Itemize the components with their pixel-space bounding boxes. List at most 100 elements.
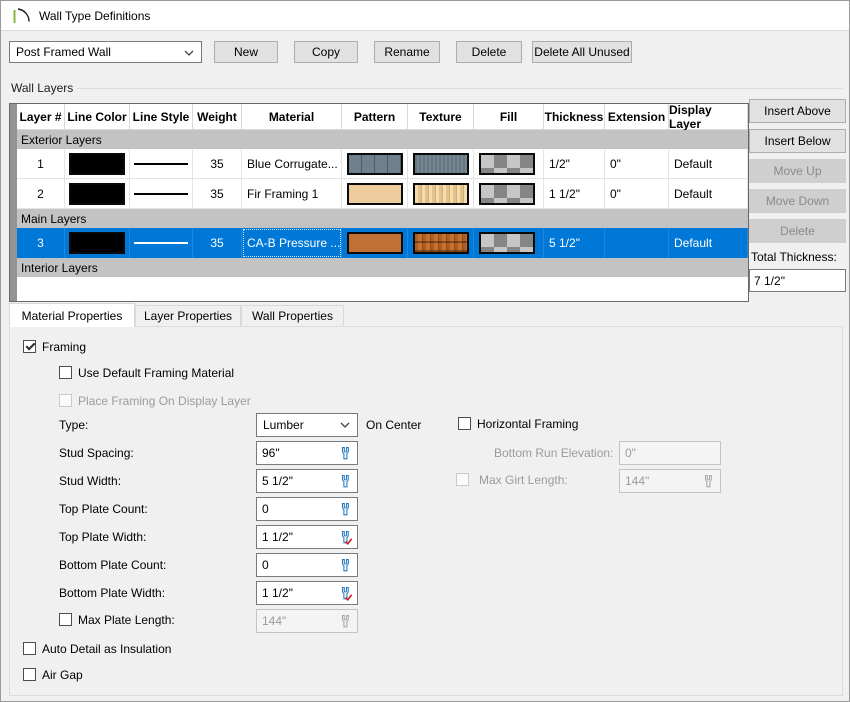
- rename-button[interactable]: Rename: [374, 41, 440, 63]
- wrench-edited-icon[interactable]: [338, 530, 353, 545]
- framing-type-value: Lumber: [263, 418, 304, 432]
- texture-cell[interactable]: [408, 179, 474, 209]
- move-down-button[interactable]: Move Down: [749, 189, 846, 213]
- row-header-strip: [10, 228, 17, 258]
- weight-cell[interactable]: 35: [193, 228, 242, 258]
- line-color-cell[interactable]: [65, 149, 130, 179]
- line-color-swatch: [69, 153, 125, 175]
- max-plate-length-field: [256, 609, 358, 633]
- row-header-strip: [10, 179, 17, 209]
- top-plate-count-field[interactable]: [256, 497, 358, 521]
- top-plate-count-label: Top Plate Count:: [59, 502, 148, 517]
- top-plate-width-field[interactable]: [256, 525, 358, 549]
- row-header-strip: [10, 258, 17, 277]
- material-cell[interactable]: Blue Corrugate...: [242, 149, 342, 179]
- line-style-sample: [134, 193, 188, 195]
- max-girt-length-checkbox: [456, 473, 469, 486]
- max-girt-length-field: [619, 469, 721, 493]
- bottom-run-elevation-label: Bottom Run Elevation:: [494, 446, 613, 461]
- fill-cell[interactable]: [474, 179, 544, 209]
- col-header-line-style: Line Style: [130, 104, 193, 130]
- thickness-cell[interactable]: 5 1/2": [544, 228, 605, 258]
- pattern-cell[interactable]: [342, 149, 408, 179]
- bottom-plate-width-field[interactable]: [256, 581, 358, 605]
- stud-spacing-field[interactable]: [256, 441, 358, 465]
- texture-swatch: [413, 232, 469, 254]
- delete-all-unused-button[interactable]: Delete All Unused: [532, 41, 632, 63]
- wrench-icon[interactable]: [338, 474, 353, 489]
- weight-cell[interactable]: 35: [193, 149, 242, 179]
- stud-width-field[interactable]: [256, 469, 358, 493]
- wrench-icon[interactable]: [338, 502, 353, 517]
- weight-cell[interactable]: 35: [193, 179, 242, 209]
- bottom-plate-count-field[interactable]: [256, 553, 358, 577]
- insert-above-button[interactable]: Insert Above: [749, 99, 846, 123]
- fill-cell[interactable]: [474, 228, 544, 258]
- move-up-button[interactable]: Move Up: [749, 159, 846, 183]
- insert-below-button[interactable]: Insert Below: [749, 129, 846, 153]
- line-style-cell[interactable]: [130, 149, 193, 179]
- line-color-cell[interactable]: [65, 228, 130, 258]
- tab-material-properties[interactable]: Material Properties: [9, 303, 135, 327]
- wrench-icon: [701, 474, 716, 489]
- col-header-layer-num: Layer #: [17, 104, 65, 130]
- wall-type-dropdown[interactable]: Post Framed Wall: [9, 41, 202, 63]
- tab-wall-properties[interactable]: Wall Properties: [241, 305, 344, 327]
- texture-cell[interactable]: [408, 228, 474, 258]
- pattern-cell[interactable]: [342, 179, 408, 209]
- extension-cell[interactable]: 0": [605, 179, 669, 209]
- framing-type-dropdown[interactable]: Lumber: [256, 413, 358, 437]
- auto-detail-as-insulation-checkbox[interactable]: [23, 642, 36, 655]
- col-header-extension: Extension: [605, 104, 669, 130]
- table-row-layer-3-selected[interactable]: 3 35 CA-B Pressure ... 5 1/2" Default: [10, 228, 748, 258]
- wrench-edited-icon[interactable]: [338, 586, 353, 601]
- col-header-thickness: Thickness: [544, 104, 605, 130]
- max-plate-length-checkbox[interactable]: [59, 613, 72, 626]
- col-header-texture: Texture: [408, 104, 474, 130]
- wrench-icon[interactable]: [338, 558, 353, 573]
- fill-cell[interactable]: [474, 149, 544, 179]
- display-layer-cell[interactable]: Default: [669, 149, 748, 179]
- pattern-swatch: [347, 232, 403, 254]
- stud-width-label: Stud Width:: [59, 474, 121, 489]
- table-row-layer-2[interactable]: 2 35 Fir Framing 1 1 1/2" 0" Default: [10, 179, 748, 209]
- line-color-cell[interactable]: [65, 179, 130, 209]
- thickness-cell[interactable]: 1 1/2": [544, 179, 605, 209]
- wall-type-definitions-dialog: Wall Type Definitions Post Framed Wall N…: [0, 0, 850, 702]
- air-gap-checkbox[interactable]: [23, 668, 36, 681]
- texture-cell[interactable]: [408, 149, 474, 179]
- tab-layer-properties[interactable]: Layer Properties: [135, 305, 241, 327]
- material-cell[interactable]: Fir Framing 1: [242, 179, 342, 209]
- extension-cell[interactable]: 0": [605, 149, 669, 179]
- line-color-swatch: [69, 232, 125, 254]
- material-cell[interactable]: CA-B Pressure ...: [242, 228, 342, 258]
- row-header-strip: [10, 130, 17, 149]
- horizontal-framing-checkbox[interactable]: [458, 417, 471, 430]
- auto-detail-as-insulation-label: Auto Detail as Insulation: [42, 642, 171, 657]
- row-delete-button[interactable]: Delete: [749, 219, 846, 243]
- display-layer-cell[interactable]: Default: [669, 179, 748, 209]
- delete-button[interactable]: Delete: [456, 41, 522, 63]
- pattern-cell[interactable]: [342, 228, 408, 258]
- new-button[interactable]: New: [214, 41, 278, 63]
- fill-swatch: [479, 153, 535, 175]
- copy-button[interactable]: Copy: [294, 41, 358, 63]
- display-layer-cell[interactable]: Default: [669, 228, 748, 258]
- wall-layers-group-label: Wall Layers: [11, 81, 73, 95]
- extension-cell[interactable]: [605, 228, 669, 258]
- type-label: Type:: [59, 418, 88, 433]
- thickness-cell[interactable]: 1/2": [544, 149, 605, 179]
- line-style-cell[interactable]: [130, 228, 193, 258]
- col-header-pattern: Pattern: [342, 104, 408, 130]
- wrench-icon[interactable]: [338, 446, 353, 461]
- title-bar: Wall Type Definitions: [1, 1, 849, 31]
- table-row-layer-1[interactable]: 1 35 Blue Corrugate... 1/2" 0" Default: [10, 149, 748, 179]
- framing-checkbox[interactable]: [23, 340, 36, 353]
- line-style-cell[interactable]: [130, 179, 193, 209]
- table-header-row: Layer # Line Color Line Style Weight Mat…: [10, 104, 748, 130]
- wall-layers-table[interactable]: Layer # Line Color Line Style Weight Mat…: [9, 103, 749, 302]
- section-header-interior-layers: Interior Layers: [10, 258, 748, 277]
- col-header-display-layer: Display Layer: [669, 104, 748, 130]
- use-default-framing-material-checkbox[interactable]: [59, 366, 72, 379]
- total-thickness-input[interactable]: [749, 269, 846, 292]
